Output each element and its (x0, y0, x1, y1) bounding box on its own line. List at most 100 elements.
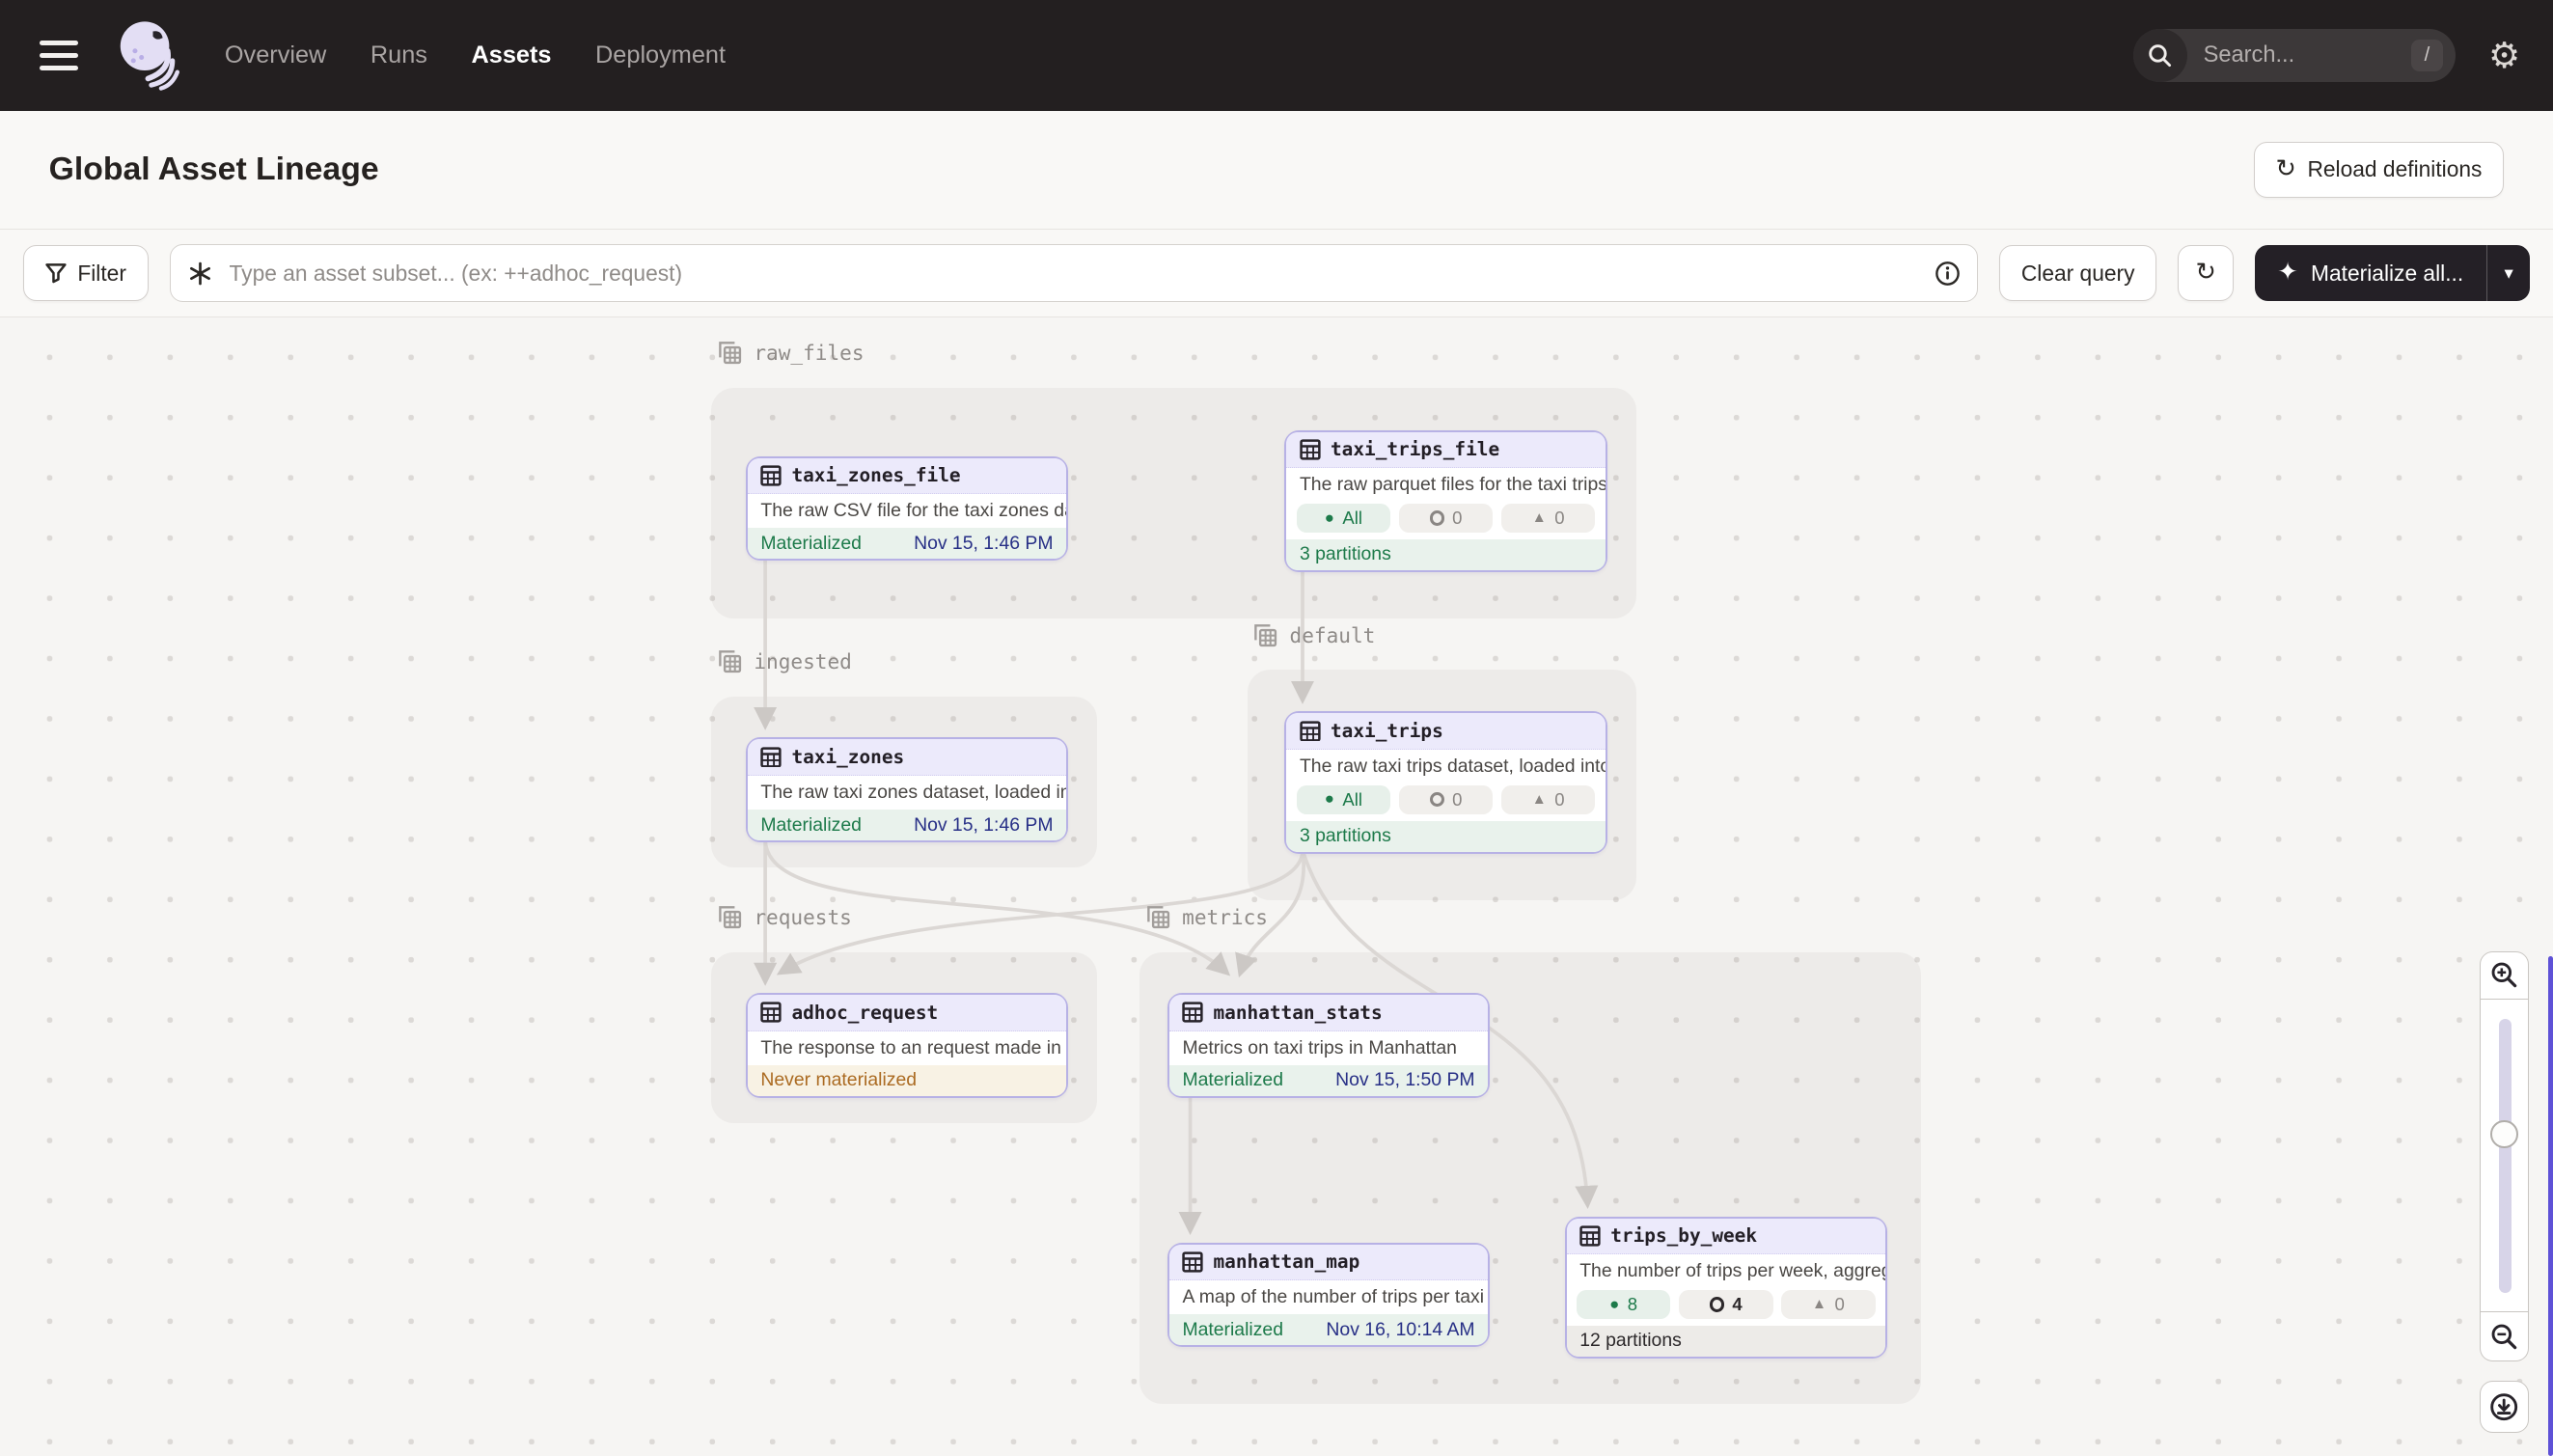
materialize-all-button[interactable]: ✦ Materialize all... (2255, 245, 2486, 300)
asset-timestamp: Nov 16, 10:14 AM (1326, 1319, 1474, 1341)
scrollbar-thumb[interactable] (2548, 956, 2553, 1456)
table-icon (1182, 1251, 1203, 1273)
failed-ring-icon (1710, 1297, 1724, 1311)
asset-graph-icon (187, 261, 213, 287)
missing-triangle-icon: ▲ (1812, 1297, 1826, 1311)
materialize-dropdown-caret[interactable]: ▾ (2486, 245, 2531, 300)
asset-node-taxi-zones[interactable]: taxi_zones The raw taxi zones dataset, l… (746, 737, 1068, 842)
asset-node-taxi-trips[interactable]: taxi_trips The raw taxi trips dataset, l… (1284, 711, 1606, 853)
asset-timestamp: Nov 15, 1:46 PM (914, 533, 1053, 555)
asset-description: A map of the number of trips per taxi z.… (1169, 1280, 1488, 1314)
asset-node-taxi-trips-file[interactable]: taxi_trips_file The raw parquet files fo… (1284, 430, 1606, 572)
table-icon (1300, 721, 1321, 742)
asset-name: adhoc_request (791, 1002, 938, 1024)
asset-node-taxi-zones-file[interactable]: taxi_zones_file The raw CSV file for the… (746, 456, 1068, 562)
group-label-ingested[interactable]: ingested (718, 649, 852, 673)
partition-pill-failed[interactable]: 0 (1399, 785, 1494, 814)
zoom-slider (2480, 1000, 2529, 1312)
asset-description: The number of trips per week, aggreg... (1567, 1254, 1885, 1288)
refresh-icon: ↻ (2195, 261, 2215, 285)
zoom-out-button[interactable] (2480, 1312, 2529, 1361)
asset-group-icon (718, 649, 742, 673)
partition-pill-missing[interactable]: ▲0 (1781, 1290, 1876, 1319)
dagster-app: Overview Runs Assets Deployment / ⚙ Glob… (0, 0, 2553, 1456)
search-box[interactable]: / (2133, 29, 2456, 83)
asset-status: Materialized (760, 533, 862, 555)
filter-button[interactable]: Filter (23, 245, 149, 300)
asset-partitions-count: 12 partitions (1579, 1330, 1682, 1352)
asset-group-icon (1253, 623, 1277, 647)
group-label-default[interactable]: default (1253, 623, 1375, 647)
top-nav: Overview Runs Assets Deployment / ⚙ (0, 0, 2553, 111)
search-icon (2133, 29, 2187, 83)
search-input[interactable] (2200, 41, 2363, 69)
partition-pill-materialized[interactable]: ●All (1297, 504, 1391, 533)
page-title: Global Asset Lineage (49, 151, 379, 188)
download-image-button[interactable] (2480, 1381, 2529, 1433)
tab-deployment[interactable]: Deployment (595, 41, 726, 69)
materialized-dot-icon: ● (1325, 510, 1334, 527)
partition-pill-missing[interactable]: ▲0 (1501, 504, 1596, 533)
clear-query-button[interactable]: Clear query (1999, 245, 2157, 300)
partition-pill-failed[interactable]: 0 (1399, 504, 1494, 533)
zoom-in-button[interactable] (2480, 951, 2529, 1001)
table-icon (760, 747, 782, 768)
group-label-requests[interactable]: requests (718, 905, 852, 929)
table-icon (760, 1002, 782, 1023)
asset-status: Materialized (760, 814, 862, 837)
page-header: Global Asset Lineage ↻ Reload definition… (0, 111, 2553, 230)
nav-right: / ⚙ (2133, 29, 2520, 83)
partition-pill-failed[interactable]: 4 (1679, 1290, 1773, 1319)
partition-pill-missing[interactable]: ▲0 (1501, 785, 1596, 814)
asset-node-adhoc-request[interactable]: adhoc_request The response to an request… (746, 993, 1068, 1098)
asset-description: The raw CSV file for the taxi zones dat.… (748, 494, 1066, 528)
partition-pill-materialized[interactable]: ●8 (1577, 1290, 1671, 1319)
table-icon (1182, 1002, 1203, 1023)
asset-node-trips-by-week[interactable]: trips_by_week The number of trips per we… (1565, 1217, 1887, 1359)
asset-description: The raw taxi zones dataset, loaded int..… (748, 776, 1066, 810)
hamburger-menu-icon[interactable] (40, 41, 79, 69)
asset-description: Metrics on taxi trips in Manhattan (1169, 1031, 1488, 1065)
reload-definitions-button[interactable]: ↻ Reload definitions (2254, 142, 2505, 197)
materialize-all-button-group: ✦ Materialize all... ▾ (2255, 245, 2531, 300)
gear-icon[interactable]: ⚙ (2488, 38, 2520, 73)
asset-query-field (170, 244, 1978, 301)
asset-query-input[interactable] (226, 259, 1921, 288)
table-icon (1579, 1225, 1601, 1247)
refresh-query-button[interactable]: ↻ (2178, 245, 2233, 300)
asset-description: The response to an request made in th... (748, 1031, 1066, 1065)
zoom-slider-track[interactable] (2499, 1019, 2512, 1293)
asset-name: taxi_zones_file (791, 464, 960, 486)
tab-assets[interactable]: Assets (472, 41, 552, 69)
asset-name: taxi_trips_file (1331, 438, 1499, 460)
lineage-toolbar: Filter Clear query ↻ ✦ Mate (0, 230, 2553, 317)
download-icon (2489, 1392, 2518, 1421)
asset-partitions-count: 3 partitions (1300, 543, 1391, 565)
group-label-metrics[interactable]: metrics (1146, 905, 1268, 929)
asset-status: Never materialized (760, 1069, 917, 1091)
asset-partitions-count: 3 partitions (1300, 825, 1391, 847)
asset-name: taxi_trips (1331, 720, 1443, 742)
asset-status: Materialized (1182, 1319, 1283, 1341)
nav-tabs: Overview Runs Assets Deployment (225, 41, 726, 69)
sparkle-icon: ✦ (2277, 261, 2297, 285)
zoom-slider-thumb[interactable] (2490, 1120, 2518, 1148)
tab-overview[interactable]: Overview (225, 41, 326, 69)
group-label-raw-files[interactable]: raw_files (718, 341, 864, 365)
asset-group-icon (1146, 905, 1170, 929)
dagster-logo-icon[interactable] (114, 18, 182, 94)
lineage-canvas[interactable]: raw_files ingested default requests metr… (0, 317, 2553, 1456)
tab-runs[interactable]: Runs (371, 41, 427, 69)
asset-name: manhattan_stats (1214, 1002, 1383, 1024)
asset-timestamp: Nov 15, 1:46 PM (914, 814, 1053, 837)
asset-node-manhattan-stats[interactable]: manhattan_stats Metrics on taxi trips in… (1167, 993, 1490, 1098)
asset-node-manhattan-map[interactable]: manhattan_map A map of the number of tri… (1167, 1243, 1490, 1348)
zoom-controls (2480, 951, 2529, 1361)
asset-description: The raw parquet files for the taxi trips… (1286, 468, 1605, 502)
info-icon[interactable] (1935, 261, 1961, 287)
failed-ring-icon (1430, 792, 1444, 807)
asset-timestamp: Nov 15, 1:50 PM (1335, 1069, 1474, 1091)
search-shortcut-badge: / (2411, 40, 2443, 71)
partition-pill-materialized[interactable]: ●All (1297, 785, 1391, 814)
asset-name: taxi_zones (791, 746, 904, 768)
